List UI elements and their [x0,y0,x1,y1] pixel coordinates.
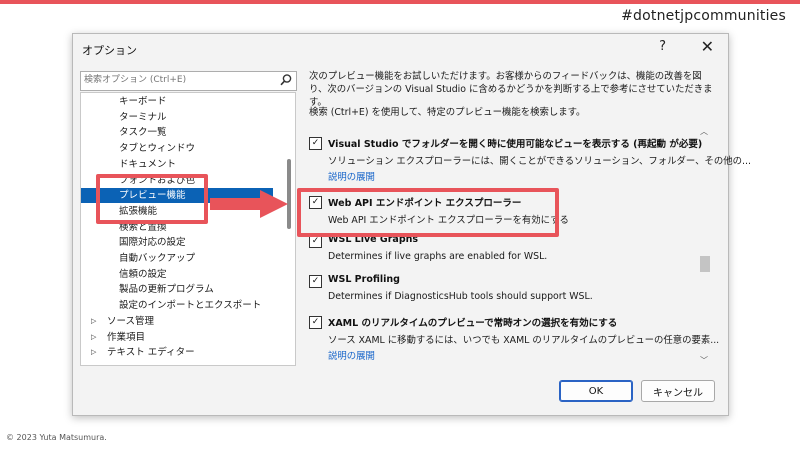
tree-item-label: 信頼の設定 [119,268,167,280]
tree-item[interactable]: ▷ テキスト エディター [81,345,273,360]
expand-description-link[interactable]: 説明の展開 [328,348,375,362]
slide-hashtag: #dotnetjpcommunities [621,8,786,24]
scroll-down-icon[interactable]: ﹀ [700,355,708,366]
feature-checkbox[interactable]: ✓ [309,275,322,288]
tree-item[interactable]: ▷ 作業項目 [81,330,273,345]
tree-item-label: 国際対応の設定 [119,237,186,249]
options-tree[interactable]: キーボード ターミナル タスク一覧 タブとウィンドウ ドキュメント フォントおよび色 プレビ… [80,92,286,366]
scroll-up-icon[interactable]: ︿ [700,126,708,137]
dialog-title: オプション [82,44,137,57]
tree-item-label: タスク一覧 [119,127,167,139]
arrow-right-icon [210,190,288,218]
feature-description: ソース XAML に移動するには、いつでも XAML のリアルタイムのプレビュー… [328,335,720,346]
feature-checkbox[interactable]: ✓ [309,137,322,150]
tree-item[interactable]: タブとウィンドウ [81,141,273,156]
chevron-right-icon[interactable]: ▷ [91,330,96,345]
help-button[interactable]: ? [659,39,666,54]
feature-scrollbar-thumb[interactable] [700,256,710,272]
feature-checkbox[interactable]: ✓ [309,316,322,329]
tree-item-label: ソース管理 [107,315,155,327]
tree-item[interactable]: 信頼の設定 [81,267,273,282]
tree-item-label: ドキュメント [119,158,177,170]
tree-item-label: タブとウィンドウ [119,143,196,155]
tree-item-label: キーボード [119,96,167,107]
search-icon[interactable] [279,73,293,87]
search-options-box[interactable] [80,71,297,91]
expand-description-link[interactable]: 説明の展開 [328,169,375,183]
feature-title[interactable]: WSL Profiling [328,274,400,285]
tree-item-label: 作業項目 [107,331,146,343]
feature-description: Determines if DiagnosticsHub tools shoul… [328,291,593,302]
tree-item[interactable]: 自動バックアップ [81,251,273,266]
tree-item[interactable]: ▷ ソース管理 [81,314,273,329]
feature-description: ソリューション エクスプローラーには、開くことができるソリューション、フォルダー… [328,156,751,167]
dialog-titlebar: オプション ? ✕ [73,34,728,64]
feature-scrollbar[interactable]: ︿ ﹀ [698,126,710,366]
tree-item-label: テキスト エディター [107,347,195,359]
slide-top-accent-bar [0,0,800,4]
search-options-input[interactable] [84,72,269,88]
search-hint: 検索 (Ctrl+E) を使用して、特定のプレビュー機能を検索します。 [309,107,586,118]
tree-item-label: 製品の更新プログラム [119,284,214,296]
tree-item[interactable]: ターミナル [81,110,273,125]
feature-description: Determines if live graphs are enabled fo… [328,251,548,262]
highlight-web-api-feature [297,188,559,237]
tree-item[interactable]: キーボード [81,94,273,109]
tree-item-label: 自動バックアップ [119,253,196,264]
slide-copyright: © 2023 Yuta Matsumura. [6,433,107,442]
ok-button[interactable]: OK [559,380,633,402]
cancel-button[interactable]: キャンセル [641,380,715,402]
chevron-right-icon[interactable]: ▷ [91,345,96,360]
tree-item[interactable]: 設定のインポートとエクスポート [81,298,273,313]
tree-item[interactable]: 製品の更新プログラム [81,282,273,297]
tree-item[interactable]: ドキュメント [81,157,273,172]
tree-item-label: ターミナル [119,111,167,123]
highlight-preview-features-item [96,174,208,224]
close-button[interactable]: ✕ [701,37,714,56]
tree-scrollbar[interactable] [284,92,296,366]
tree-item[interactable]: タスク一覧 [81,125,273,140]
feature-title[interactable]: Visual Studio でフォルダーを開く時に使用可能なビューを表示する (… [328,136,702,150]
chevron-right-icon[interactable]: ▷ [91,314,96,329]
tree-item-label: 設定のインポートとエクスポート [119,300,262,312]
feature-title[interactable]: XAML のリアルタイムのプレビューで常時オンの選択を有効にする [328,315,617,329]
tree-item[interactable]: 国際対応の設定 [81,235,273,250]
